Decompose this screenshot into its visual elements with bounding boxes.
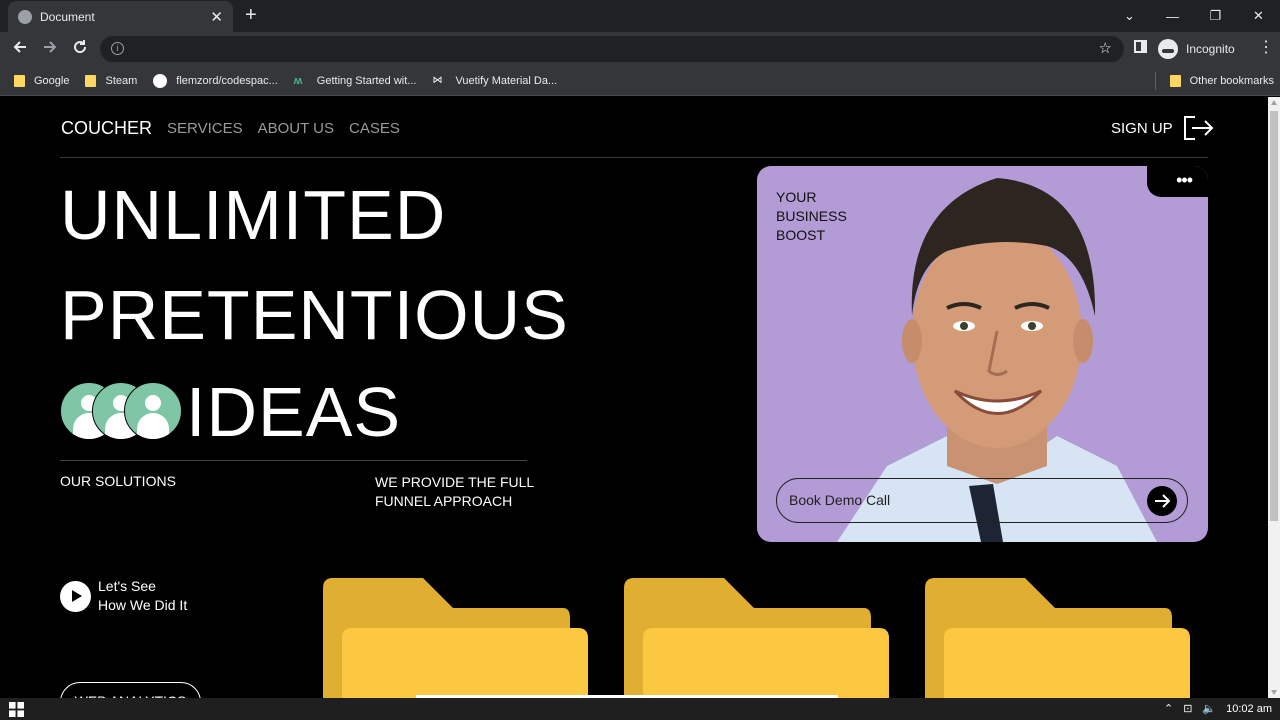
boost-line-1: YOUR	[776, 189, 817, 205]
incognito-label: Incognito	[1186, 42, 1235, 56]
other-bookmarks-label: Other bookmarks	[1189, 75, 1274, 87]
bookmark-label: Google	[34, 74, 70, 87]
window-controls: ⌄ — ❐ ✕	[1108, 0, 1280, 32]
page-scrollbar[interactable]	[1268, 97, 1280, 698]
forward-arrow-icon[interactable]	[42, 39, 58, 60]
book-demo-button[interactable]: Book Demo Call	[776, 478, 1188, 523]
address-bar[interactable]: i ☆	[100, 36, 1124, 62]
tab-search-icon[interactable]: ⌄	[1108, 0, 1151, 32]
bookmark-label: Getting Started wit...	[316, 74, 417, 87]
side-panel-icon[interactable]	[1134, 40, 1147, 53]
card-menu-tab: •••	[1147, 166, 1208, 197]
folder-card-1[interactable]	[323, 578, 588, 698]
sign-in-arrow-icon	[1183, 116, 1214, 140]
lets-see-line-1: Let's See	[98, 578, 156, 594]
lets-see-link[interactable]: Let's See How We Did It	[98, 577, 187, 615]
our-solutions-link[interactable]: OUR SOLUTIONS	[60, 473, 176, 489]
nav-about-us[interactable]: ABOUT US	[258, 120, 334, 137]
volume-icon[interactable]: 🔈	[1202, 702, 1216, 715]
header-divider	[60, 157, 1208, 158]
site-logo[interactable]: COUCHER	[61, 118, 152, 139]
bookmark-label: Steam	[105, 74, 138, 87]
tab-strip: Document ✕ + ⌄ — ❐ ✕	[0, 0, 1280, 32]
signup-link[interactable]: SIGN UP	[1111, 115, 1215, 141]
lets-see-line-2: How We Did It	[98, 597, 188, 613]
windows-start-icon[interactable]	[9, 702, 24, 717]
arrow-right-icon[interactable]	[1147, 486, 1177, 516]
bookmark-label: Vuetify Material Da...	[455, 74, 558, 87]
folder-icon	[85, 74, 97, 87]
bookmark-google[interactable]: Google	[14, 74, 70, 87]
folder-icon	[1169, 75, 1181, 87]
book-demo-label: Book Demo Call	[789, 492, 891, 508]
bookmark-getting-started[interactable]: ʍ Getting Started wit...	[294, 75, 417, 87]
network-icon[interactable]: ⊡	[1183, 702, 1192, 715]
hero-divider	[60, 460, 527, 461]
bookmark-codespaces[interactable]: flemzord/codespac...	[153, 73, 278, 88]
close-window-button[interactable]: ✕	[1237, 0, 1280, 32]
tray-chevron-icon[interactable]: ⌃	[1164, 702, 1173, 715]
nav-cases[interactable]: CASES	[349, 120, 400, 137]
bookmark-star-icon[interactable]: ☆	[1099, 39, 1112, 57]
page-viewport: COUCHER SERVICES ABOUT US CASES SIGN UP …	[0, 97, 1268, 698]
browser-toolbar: i ☆ Incognito ⋮	[0, 32, 1280, 66]
browser-menu-icon[interactable]: ⋮	[1258, 40, 1274, 56]
scrollbar-thumb[interactable]	[1270, 111, 1278, 521]
business-boost-card: ••• YOUR BUSINESS BOOST Book Demo Call	[757, 166, 1208, 542]
boost-line-2: BUSINESS	[776, 208, 847, 224]
avatar-group	[60, 382, 182, 442]
hero-line-1: UNLIMITED	[60, 176, 447, 254]
other-bookmarks[interactable]: Other bookmarks	[1169, 66, 1274, 96]
back-arrow-icon[interactable]	[12, 39, 28, 60]
web-analytics-button[interactable]: WEB ANALYTICS	[60, 682, 201, 698]
incognito-icon	[1158, 39, 1178, 59]
minimize-button[interactable]: —	[1151, 0, 1194, 32]
incognito-indicator[interactable]: Incognito	[1158, 36, 1235, 62]
clock[interactable]: 10:02 am	[1226, 703, 1272, 715]
bookmark-label: flemzord/codespac...	[176, 74, 278, 87]
hero-line-3: IDEAS	[186, 373, 402, 451]
tab-document[interactable]: Document ✕	[8, 1, 233, 32]
scroll-down-icon[interactable]	[1271, 690, 1277, 695]
tab-close-icon[interactable]: ✕	[210, 8, 223, 26]
tab-title: Document	[40, 9, 95, 24]
folder-icon	[14, 74, 25, 87]
signup-label: SIGN UP	[1111, 119, 1173, 137]
more-options-icon[interactable]: •••	[1176, 170, 1193, 191]
system-tray: ⌃ ⊡ 🔈 10:02 am	[1164, 702, 1272, 716]
funnel-text: WE PROVIDE THE FULL FUNNEL APPROACH	[375, 474, 534, 509]
main-nav: SERVICES ABOUT US CASES	[167, 120, 400, 137]
windows-taskbar: ⌃ ⊡ 🔈 10:02 am	[0, 698, 1280, 720]
hero-line-2: PRETENTIOUS	[60, 276, 569, 354]
boost-line-3: BOOST	[776, 227, 826, 243]
avatar-icon	[124, 382, 182, 440]
m-logo-icon: ʍ	[293, 74, 303, 87]
folder-card-3[interactable]	[925, 578, 1190, 698]
globe-icon	[18, 9, 32, 24]
play-button[interactable]	[60, 581, 91, 612]
folder-card-2[interactable]	[624, 578, 889, 698]
restore-button[interactable]: ❐	[1194, 0, 1237, 32]
reload-icon[interactable]	[72, 39, 88, 60]
nav-services[interactable]: SERVICES	[167, 120, 243, 137]
github-icon	[153, 73, 168, 88]
scroll-up-icon[interactable]	[1271, 100, 1277, 105]
bookmark-separator	[1155, 72, 1156, 90]
business-boost-label: YOUR BUSINESS BOOST	[776, 188, 847, 245]
bookmark-vuetify[interactable]: ⋈ Vuetify Material Da...	[432, 75, 557, 87]
info-icon[interactable]: i	[111, 42, 124, 55]
bookmarks-bar: Google Steam flemzord/codespac... ʍ Gett…	[0, 66, 1280, 96]
bookmark-steam[interactable]: Steam	[85, 74, 138, 87]
bowtie-icon: ⋈	[432, 74, 443, 86]
new-tab-button[interactable]: +	[245, 4, 257, 26]
